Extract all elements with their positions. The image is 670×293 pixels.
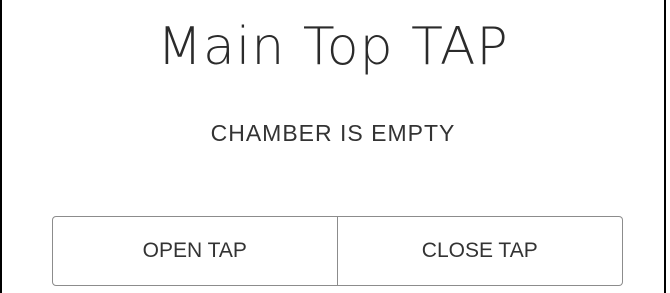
panel-title: Main Top TAP [157, 17, 509, 77]
tap-control-panel: Main Top TAP CHAMBER IS EMPTY OPEN TAP C… [0, 0, 666, 293]
close-tap-button[interactable]: CLOSE TAP [337, 216, 623, 286]
chamber-status: CHAMBER IS EMPTY [210, 120, 456, 146]
tap-button-group: OPEN TAP CLOSE TAP [52, 216, 623, 286]
open-tap-button[interactable]: OPEN TAP [52, 216, 338, 286]
